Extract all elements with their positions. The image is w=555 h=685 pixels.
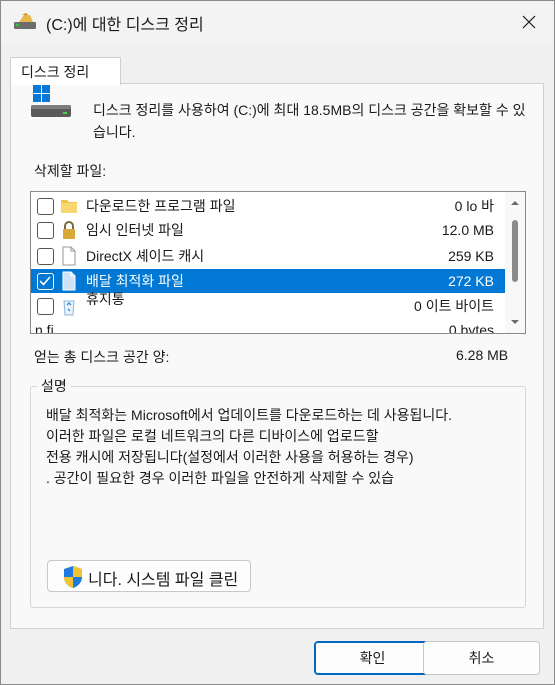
item-size: 259 KB: [448, 248, 494, 264]
clean-up-system-files-button[interactable]: 니다. 시스템 파일 클린: [47, 560, 251, 592]
list-item[interactable]: 임시 인터넷 파일 12.0 MB: [31, 218, 506, 242]
checkbox[interactable]: [37, 197, 54, 215]
files-to-delete-label: 삭제할 파일:: [34, 163, 107, 179]
scroll-up-arrow-icon[interactable]: [505, 196, 525, 210]
scroll-down-arrow-icon[interactable]: [505, 315, 525, 329]
file-icon: [62, 246, 76, 266]
list-item[interactable]: 휴지통 0 이트 바이트: [31, 291, 506, 318]
description-text: 배달 최적화는 Microsoft에서 업데이트를 다운로드하는 데 사용됩니다…: [46, 405, 526, 489]
drive-icon: [31, 85, 71, 117]
window-title: (C:)에 대한 디스크 정리: [46, 17, 204, 34]
item-name: 다운로드한 프로그램 파일: [86, 198, 236, 214]
item-name: 배달 최적화 파일: [86, 273, 184, 289]
checkbox[interactable]: [37, 221, 54, 239]
folder-icon: [61, 200, 77, 213]
item-name: DirectX 셰이드 캐시: [86, 248, 205, 264]
scroll-thumb[interactable]: [512, 220, 518, 282]
checkbox-checked[interactable]: [37, 272, 54, 290]
checkbox[interactable]: [37, 247, 54, 265]
recycle-bin-icon: [63, 300, 75, 316]
description-line: 배달 최적화는 Microsoft에서 업데이트를 다운로드하는 데 사용됩니다…: [46, 407, 453, 423]
item-name: 임시 인터넷 파일: [86, 222, 184, 238]
item-size: 0 bytes: [448, 322, 494, 334]
title-bar: (C:)에 대한 디스크 정리: [1, 1, 554, 43]
file-icon: [62, 271, 76, 291]
item-size: 12.0 MB: [441, 222, 494, 238]
description-title: 설명: [37, 376, 71, 396]
files-list[interactable]: 다운로드한 프로그램 파일 0 lo 바 임시 인터넷 파일 12.0 MB D…: [30, 191, 526, 334]
item-size: 0 이트 바이트: [414, 298, 494, 314]
list-item[interactable]: n fi 0 bytes: [31, 318, 506, 334]
intro-text: 디스크 정리를 사용하여 (C:)에 최대 18.5MB의 디스크 공간을 확보…: [93, 102, 526, 140]
clean-up-system-files-label: 니다. 시스템 파일 클린: [88, 572, 239, 589]
description-line: . 공간이 필요한 경우 이러한 파일을 안전하게 삭제할 수 있습: [46, 470, 395, 486]
item-name: n fi: [35, 322, 54, 334]
cancel-button[interactable]: 취소: [423, 641, 540, 675]
checkmark-icon: [39, 275, 51, 286]
drive-cleanup-icon: [14, 13, 36, 29]
item-name: 휴지통: [86, 291, 125, 307]
lock-icon: [63, 221, 75, 239]
description-line: 이러한 파일은 로컬 네트워크의 다른 디바이스에 업로드할: [46, 428, 379, 444]
item-size: 272 KB: [448, 273, 494, 289]
item-size: 0 lo 바: [454, 198, 494, 214]
list-item[interactable]: 다운로드한 프로그램 파일 0 lo 바: [31, 194, 506, 218]
checkbox[interactable]: [37, 297, 54, 315]
uac-shield-icon: [64, 566, 82, 588]
close-button[interactable]: [512, 7, 546, 37]
total-space-label: 얻는 총 디스크 공간 양:: [34, 349, 170, 365]
disk-cleanup-window: (C:)에 대한 디스크 정리 디스크 정리 디스크 정리를 사용하여 (C:)…: [0, 0, 555, 685]
scrollbar[interactable]: [505, 192, 525, 333]
ok-button[interactable]: 확인: [314, 641, 431, 675]
description-line: 전용 캐시에 저장됩니다(설정에서 이러한 사용을 허용하는 경우): [46, 449, 414, 465]
list-item[interactable]: DirectX 셰이드 캐시 259 KB: [31, 244, 506, 268]
close-icon: [522, 15, 536, 29]
tab-disk-cleanup[interactable]: 디스크 정리: [10, 57, 121, 85]
total-space-value: 6.28 MB: [456, 347, 509, 363]
